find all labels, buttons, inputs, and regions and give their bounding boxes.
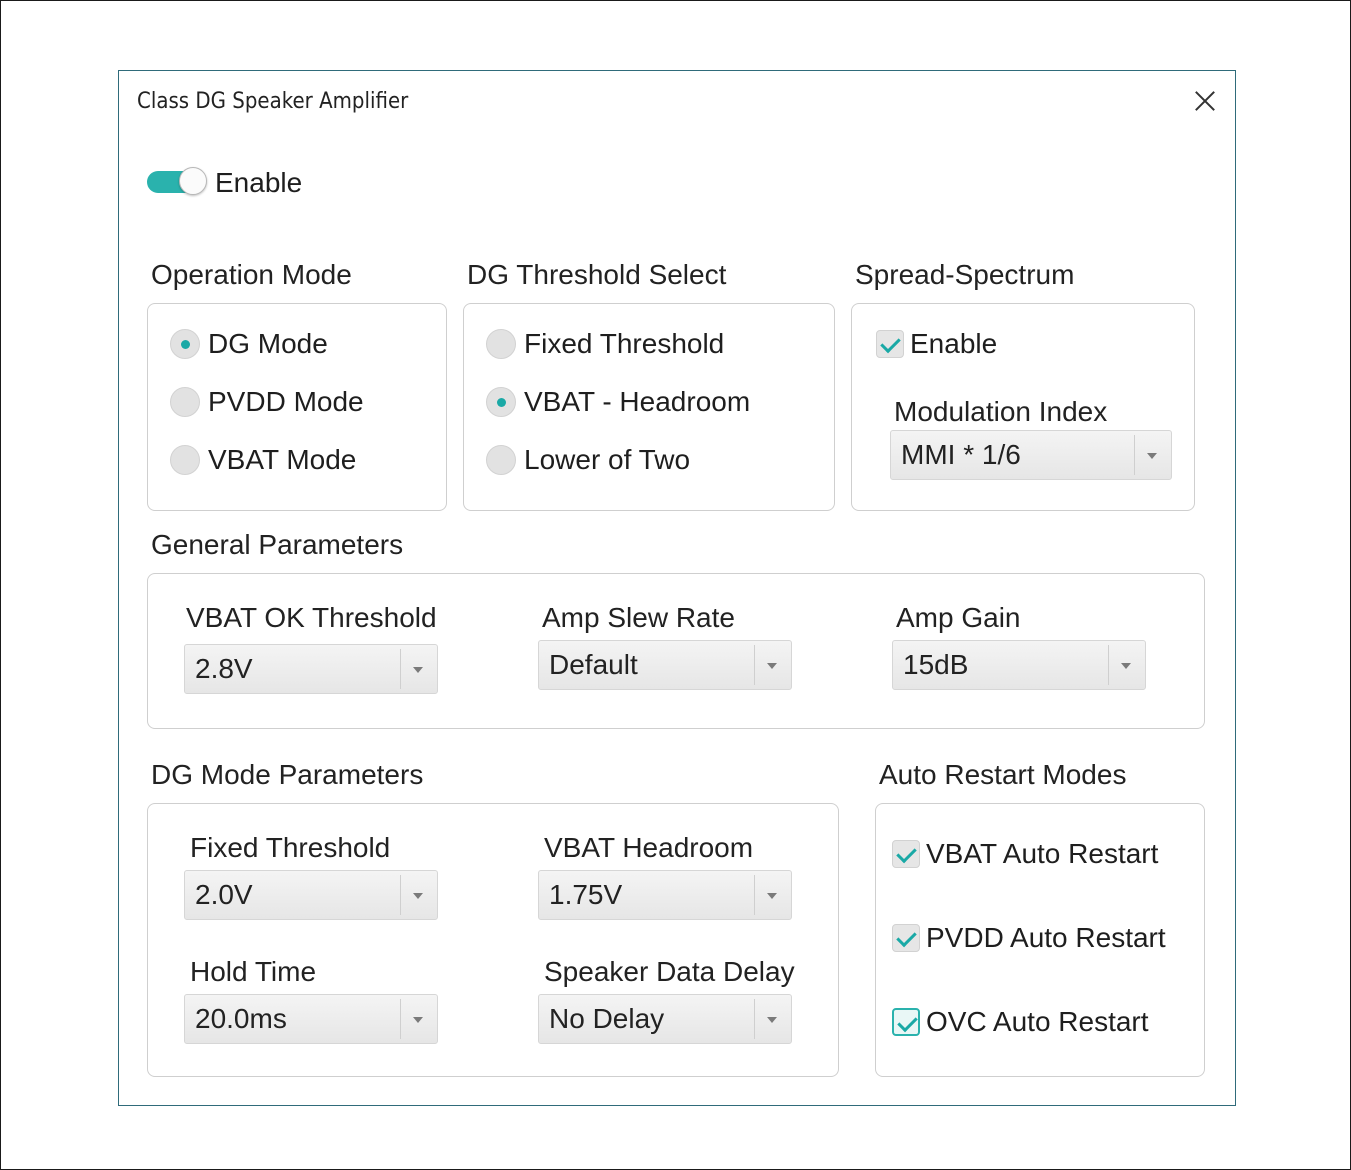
amp-gain-dropdown[interactable]: 15dB bbox=[892, 640, 1146, 690]
dg-mode-parameters-title: DG Mode Parameters bbox=[151, 759, 424, 790]
operation-mode-title: Operation Mode bbox=[151, 259, 352, 290]
dropdown-separator bbox=[1134, 435, 1135, 475]
radio-dg-mode[interactable]: DG Mode bbox=[170, 328, 328, 360]
spread-spectrum-title: Spread-Spectrum bbox=[855, 259, 1075, 290]
spread-spectrum-panel: Enable Modulation Index MMI * 1/6 bbox=[851, 303, 1195, 511]
dropdown-separator bbox=[400, 649, 401, 689]
dropdown-separator bbox=[400, 999, 401, 1039]
radio-button-icon bbox=[170, 329, 200, 359]
vbat-auto-restart-checkbox[interactable]: VBAT Auto Restart bbox=[892, 838, 1158, 870]
radio-button-icon bbox=[486, 445, 516, 475]
radio-label: VBAT Mode bbox=[208, 444, 357, 475]
speaker-data-delay-label: Speaker Data Delay bbox=[544, 956, 795, 987]
radio-vbat-mode[interactable]: VBAT Mode bbox=[170, 444, 356, 476]
dialog-title: Class DG Speaker Amplifier bbox=[137, 89, 409, 114]
close-icon[interactable] bbox=[1189, 85, 1221, 117]
checkbox-icon bbox=[892, 1008, 920, 1036]
dropdown-value: 2.0V bbox=[195, 879, 253, 910]
checkbox-label: Enable bbox=[910, 328, 998, 359]
radio-label: VBAT - Headroom bbox=[524, 386, 751, 417]
modulation-index-dropdown[interactable]: MMI * 1/6 bbox=[890, 430, 1172, 480]
dropdown-value: Default bbox=[549, 649, 638, 680]
dropdown-separator bbox=[754, 999, 755, 1039]
dialog-window: Class DG Speaker Amplifier Enable Operat… bbox=[118, 70, 1236, 1106]
radio-vbat-headroom[interactable]: VBAT - Headroom bbox=[486, 386, 750, 418]
radio-button-icon bbox=[486, 329, 516, 359]
radio-button-icon bbox=[486, 387, 516, 417]
radio-label: Lower of Two bbox=[524, 444, 691, 475]
auto-restart-modes-panel: VBAT Auto Restart PVDD Auto Restart OVC … bbox=[875, 803, 1205, 1077]
dropdown-separator bbox=[1108, 645, 1109, 685]
vbat-ok-threshold-label: VBAT OK Threshold bbox=[186, 602, 437, 633]
amp-slew-rate-label: Amp Slew Rate bbox=[542, 602, 735, 633]
general-parameters-panel: VBAT OK Threshold 2.8V Amp Slew Rate Def… bbox=[147, 573, 1205, 729]
fixed-threshold-label: Fixed Threshold bbox=[190, 832, 391, 863]
amp-gain-label: Amp Gain bbox=[896, 602, 1021, 633]
radio-button-icon bbox=[170, 387, 200, 417]
chevron-down-icon bbox=[767, 663, 777, 669]
amp-slew-rate-dropdown[interactable]: Default bbox=[538, 640, 792, 690]
dropdown-value: 1.75V bbox=[549, 879, 623, 910]
chevron-down-icon bbox=[1121, 663, 1131, 669]
chevron-down-icon bbox=[767, 893, 777, 899]
ovc-auto-restart-checkbox[interactable]: OVC Auto Restart bbox=[892, 1006, 1149, 1038]
checkbox-label: VBAT Auto Restart bbox=[926, 838, 1159, 869]
radio-label: Fixed Threshold bbox=[524, 328, 725, 359]
vbat-headroom-dropdown[interactable]: 1.75V bbox=[538, 870, 792, 920]
radio-pvdd-mode[interactable]: PVDD Mode bbox=[170, 386, 364, 418]
speaker-data-delay-dropdown[interactable]: No Delay bbox=[538, 994, 792, 1044]
radio-lower-of-two[interactable]: Lower of Two bbox=[486, 444, 690, 476]
dropdown-separator bbox=[754, 875, 755, 915]
dropdown-separator bbox=[754, 645, 755, 685]
dg-mode-parameters-panel: Fixed Threshold 2.0V VBAT Headroom 1.75V… bbox=[147, 803, 839, 1077]
chevron-down-icon bbox=[1147, 453, 1157, 459]
auto-restart-modes-title: Auto Restart Modes bbox=[879, 759, 1127, 790]
radio-button-icon bbox=[170, 445, 200, 475]
checkbox-label: OVC Auto Restart bbox=[926, 1006, 1149, 1037]
general-parameters-title: General Parameters bbox=[151, 529, 404, 560]
dropdown-value: 15dB bbox=[903, 649, 969, 680]
dg-threshold-title: DG Threshold Select bbox=[467, 259, 727, 290]
checkbox-icon bbox=[892, 840, 920, 868]
fixed-threshold-dropdown[interactable]: 2.0V bbox=[184, 870, 438, 920]
dg-threshold-panel: Fixed Threshold VBAT - Headroom Lower of… bbox=[463, 303, 835, 511]
checkbox-icon bbox=[892, 924, 920, 952]
pvdd-auto-restart-checkbox[interactable]: PVDD Auto Restart bbox=[892, 922, 1166, 954]
operation-mode-panel: DG Mode PVDD Mode VBAT Mode bbox=[147, 303, 447, 511]
chevron-down-icon bbox=[413, 1017, 423, 1023]
spread-spectrum-enable-checkbox[interactable]: Enable bbox=[876, 328, 997, 360]
checkbox-label: PVDD Auto Restart bbox=[926, 922, 1166, 953]
hold-time-label: Hold Time bbox=[190, 956, 317, 987]
dropdown-value: No Delay bbox=[549, 1003, 665, 1034]
dropdown-separator bbox=[400, 875, 401, 915]
enable-toggle-label: Enable bbox=[215, 167, 303, 198]
hold-time-dropdown[interactable]: 20.0ms bbox=[184, 994, 438, 1044]
chevron-down-icon bbox=[413, 667, 423, 673]
toggle-knob bbox=[179, 167, 207, 195]
radio-label: DG Mode bbox=[208, 328, 328, 359]
chevron-down-icon bbox=[767, 1017, 777, 1023]
dropdown-value: 20.0ms bbox=[195, 1003, 287, 1034]
dropdown-value: MMI * 1/6 bbox=[901, 439, 1021, 470]
radio-label: PVDD Mode bbox=[208, 386, 364, 417]
vbat-ok-threshold-dropdown[interactable]: 2.8V bbox=[184, 644, 438, 694]
checkbox-icon bbox=[876, 330, 904, 358]
dropdown-value: 2.8V bbox=[195, 653, 253, 684]
vbat-headroom-label: VBAT Headroom bbox=[544, 832, 754, 863]
modulation-index-label: Modulation Index bbox=[894, 396, 1108, 427]
radio-fixed-threshold[interactable]: Fixed Threshold bbox=[486, 328, 724, 360]
chevron-down-icon bbox=[413, 893, 423, 899]
enable-toggle[interactable] bbox=[147, 167, 207, 195]
